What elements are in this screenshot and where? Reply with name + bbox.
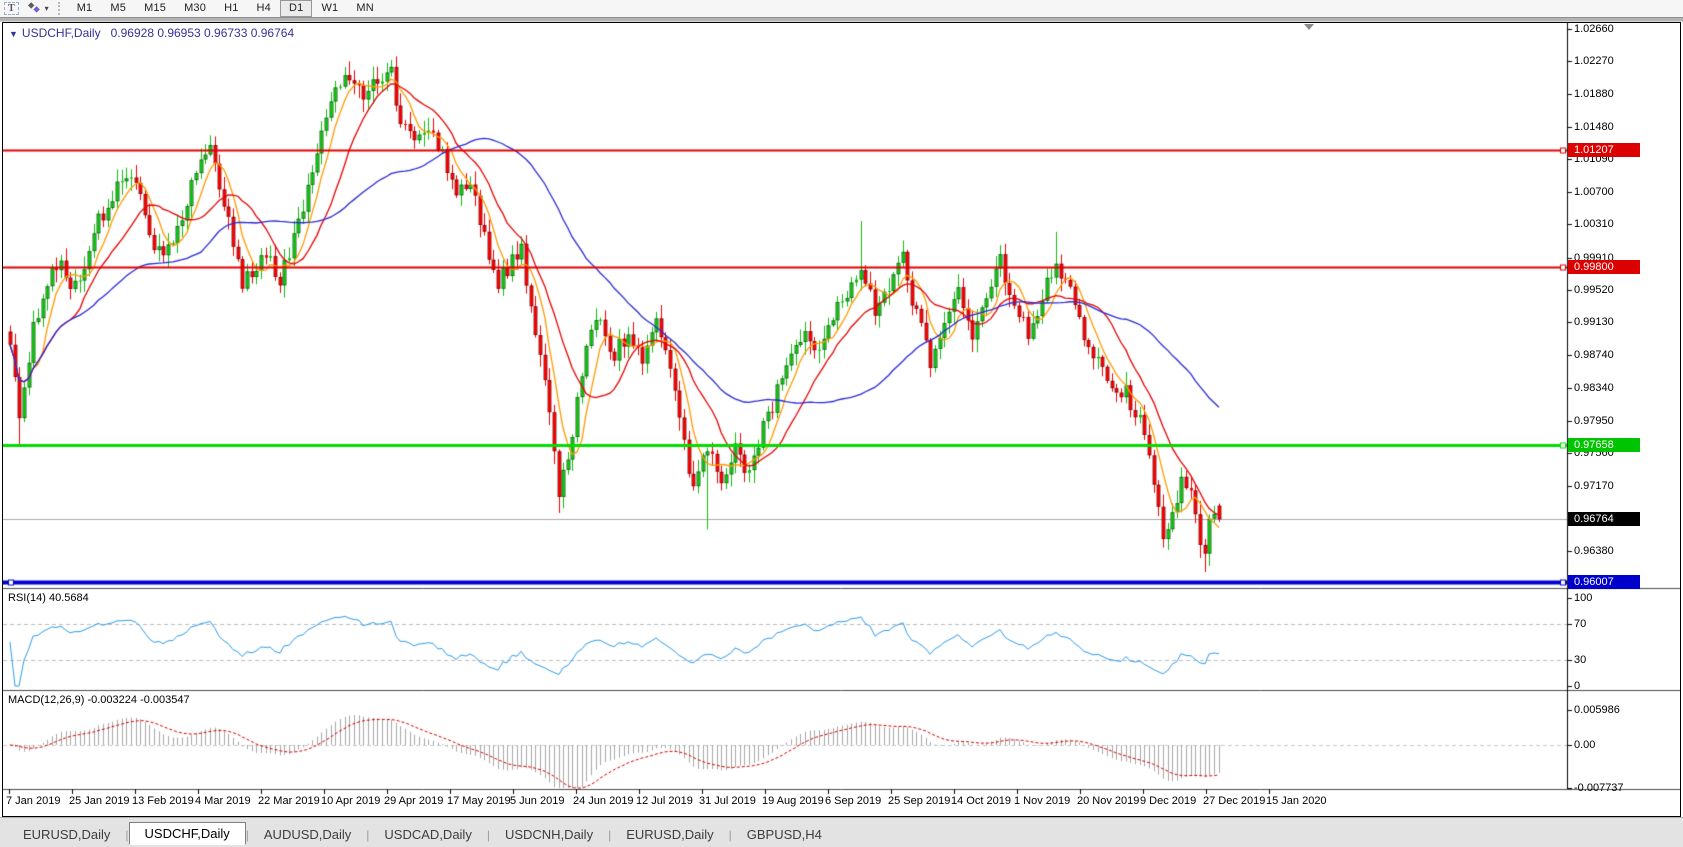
object-style-button[interactable]: ▾ <box>23 1 53 17</box>
date-label: 20 Nov 2019 <box>1077 795 1139 807</box>
date-label: 12 Jul 2019 <box>636 795 693 807</box>
tab-gbpusd-h4[interactable]: GBPUSD,H4 <box>732 825 837 845</box>
price-tick: 0.96380 <box>1574 545 1614 557</box>
date-label: 5 Jun 2019 <box>510 795 564 807</box>
chevron-down-icon: ▾ <box>45 4 49 13</box>
price-level-badge: 1.01207 <box>1568 143 1640 157</box>
date-label: 10 Apr 2019 <box>321 795 380 807</box>
price-tick: 0.97170 <box>1574 480 1614 492</box>
tab-eurusd-daily[interactable]: EURUSD,Daily <box>8 825 125 845</box>
date-label: 14 Oct 2019 <box>951 795 1011 807</box>
rsi-tick: 70 <box>1574 618 1586 630</box>
price-tick: 0.98340 <box>1574 382 1614 394</box>
timeframe-m1[interactable]: M1 <box>68 0 102 17</box>
chart-title: ▼ USDCHF,Daily 0.96928 0.96953 0.96733 0.9… <box>9 26 294 40</box>
tab-usdcnh-daily[interactable]: USDCNH,Daily <box>490 825 608 845</box>
price-tick: 0.99130 <box>1574 316 1614 328</box>
chart-window: ▼ USDCHF,Daily 0.96928 0.96953 0.96733 0.9… <box>2 22 1681 817</box>
timeframe-h1[interactable]: H1 <box>215 0 247 17</box>
price-tick: 0.97950 <box>1574 415 1614 427</box>
timeframe-m5[interactable]: M5 <box>101 0 135 17</box>
timeframe-m15[interactable]: M15 <box>135 0 175 17</box>
mt4-window: T ▾ M1M5M15M30H1H4D1W1MN ▼ USDCHF,Daily 0.… <box>0 0 1683 847</box>
price-level-badge: 0.96007 <box>1568 575 1640 589</box>
price-tick: 1.02660 <box>1574 23 1614 35</box>
current-price-badge: 0.96764 <box>1568 512 1640 526</box>
rsi-tick: 100 <box>1574 592 1592 604</box>
rsi-tick: 30 <box>1574 654 1586 666</box>
date-label: 4 Mar 2019 <box>195 795 251 807</box>
ohlc-values: 0.96928 0.96953 0.96733 0.96764 <box>111 26 295 40</box>
tab-eurusd-daily[interactable]: EURUSD,Daily <box>611 825 728 845</box>
diamond-arrows-icon <box>27 1 42 17</box>
macd-tick: -0.007737 <box>1574 782 1624 794</box>
date-label: 6 Sep 2019 <box>825 795 881 807</box>
timeframe-mn[interactable]: MN <box>347 0 383 17</box>
date-label: 13 Feb 2019 <box>132 795 194 807</box>
text-tool-icon: T <box>4 2 19 15</box>
date-label: 9 Dec 2019 <box>1140 795 1196 807</box>
tab-usdchf-daily[interactable]: USDCHF,Daily <box>129 822 246 845</box>
date-label: 29 Apr 2019 <box>384 795 443 807</box>
date-label: 24 Jun 2019 <box>573 795 634 807</box>
date-label: 31 Jul 2019 <box>699 795 756 807</box>
macd-tick: 0.00 <box>1574 739 1595 751</box>
price-tick: 1.00310 <box>1574 218 1614 230</box>
timeframe-h4[interactable]: H4 <box>248 0 280 17</box>
price-tick: 0.98740 <box>1574 349 1614 361</box>
price-level-badge: 0.97658 <box>1568 438 1640 452</box>
toolbar: T ▾ M1M5M15M30H1H4D1W1MN <box>0 0 1683 17</box>
price-tick: 1.00700 <box>1574 186 1614 198</box>
toolbar-separator <box>58 2 63 15</box>
macd-label: MACD(12,26,9) -0.003224 -0.003547 <box>8 694 190 706</box>
price-level-badge: 0.99800 <box>1568 260 1640 274</box>
rsi-label: RSI(14) 40.5684 <box>8 592 89 604</box>
price-tick: 1.01880 <box>1574 88 1614 100</box>
date-label: 22 Mar 2019 <box>258 795 320 807</box>
price-tick: 1.02270 <box>1574 55 1614 67</box>
price-tick: 1.01480 <box>1574 121 1614 133</box>
rsi-tick: 0 <box>1574 680 1580 692</box>
price-tick: 0.99520 <box>1574 284 1614 296</box>
tab-usdcad-daily[interactable]: USDCAD,Daily <box>369 825 486 845</box>
date-label: 27 Dec 2019 <box>1203 795 1265 807</box>
timeframe-m30[interactable]: M30 <box>175 0 215 17</box>
date-label: 19 Aug 2019 <box>762 795 824 807</box>
chart-shift-marker[interactable] <box>1304 24 1314 30</box>
text-tool-button[interactable]: T <box>0 1 23 17</box>
macd-tick: 0.005986 <box>1574 704 1620 716</box>
date-label: 25 Sep 2019 <box>888 795 950 807</box>
timeframe-w1[interactable]: W1 <box>312 0 347 17</box>
timeframe-buttons: M1M5M15M30H1H4D1W1MN <box>68 0 383 17</box>
date-label: 17 May 2019 <box>447 795 511 807</box>
tab-audusd-daily[interactable]: AUDUSD,Daily <box>249 825 366 845</box>
date-label: 1 Nov 2019 <box>1014 795 1070 807</box>
price-chart-canvas[interactable] <box>3 23 1680 816</box>
date-label: 25 Jan 2019 <box>69 795 130 807</box>
collapse-indicator-icon[interactable]: ▼ <box>9 29 18 39</box>
date-label: 7 Jan 2019 <box>6 795 60 807</box>
chart-tabs-bar: EURUSD,Daily|USDCHF,Daily|AUDUSD,Daily|U… <box>0 817 1683 847</box>
timeframe-d1[interactable]: D1 <box>280 0 312 17</box>
chart-symbol-label: USDCHF,Daily <box>22 26 101 40</box>
date-label: 15 Jan 2020 <box>1266 795 1327 807</box>
